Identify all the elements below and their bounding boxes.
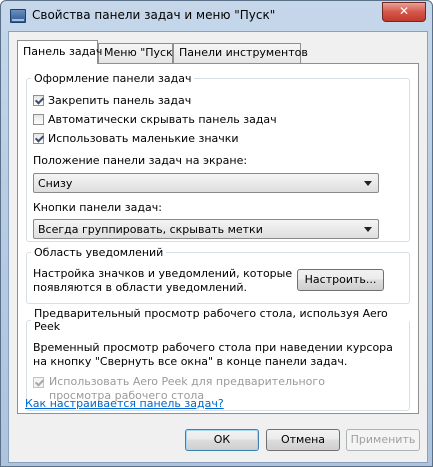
taskbar-properties-icon bbox=[10, 9, 26, 23]
dialog-client-area: Панель задач Меню "Пуск" Панели инструме… bbox=[8, 31, 428, 463]
notification-area-group: Область уведомлений Настройка значков и … bbox=[26, 246, 410, 304]
tab-label: Панели инструментов bbox=[179, 46, 308, 59]
appearance-legend: Оформление панели задач bbox=[34, 72, 192, 85]
tab-label: Панель задач bbox=[23, 45, 103, 58]
lock-taskbar-label: Закрепить панель задач bbox=[48, 94, 192, 107]
taskbar-buttons-select[interactable]: Всегда группировать, скрывать метки bbox=[33, 219, 379, 239]
close-button[interactable]: ✕ bbox=[382, 2, 426, 22]
ok-button[interactable]: ОК bbox=[185, 429, 259, 451]
apply-button[interactable]: Применить bbox=[346, 429, 420, 451]
notification-legend: Область уведомлений bbox=[34, 246, 164, 259]
checkbox-box[interactable] bbox=[33, 114, 44, 125]
position-label: Положение панели задач на экране: bbox=[33, 154, 248, 167]
tab-toolbars[interactable]: Панели инструментов bbox=[173, 43, 308, 63]
checkbox-box[interactable] bbox=[33, 95, 44, 106]
help-link[interactable]: Как настраивается панель задач? bbox=[25, 397, 224, 410]
title-bar[interactable]: Свойства панели задач и меню "Пуск" ✕ bbox=[1, 1, 432, 31]
window-title: Свойства панели задач и меню "Пуск" bbox=[32, 8, 276, 22]
small-icons-checkbox[interactable]: Использовать маленькие значки bbox=[33, 132, 239, 148]
auto-hide-label: Автоматически скрывать панель задач bbox=[48, 113, 277, 126]
buttons-label: Кнопки панели задач: bbox=[33, 201, 162, 214]
taskbar-buttons-value: Всегда группировать, скрывать метки bbox=[38, 223, 263, 236]
dialog-window: Свойства панели задач и меню "Пуск" ✕ Па… bbox=[0, 0, 433, 467]
lock-taskbar-checkbox[interactable]: Закрепить панель задач bbox=[33, 94, 191, 110]
tab-taskbar[interactable]: Панель задач bbox=[17, 40, 102, 64]
small-icons-label: Использовать маленькие значки bbox=[48, 132, 239, 145]
checkbox-box[interactable] bbox=[33, 133, 44, 144]
cancel-button[interactable]: Отмена bbox=[266, 429, 340, 451]
close-icon: ✕ bbox=[398, 4, 410, 18]
notification-description: Настройка значков и уведомлений, которые… bbox=[33, 267, 293, 294]
chevron-down-icon bbox=[364, 181, 372, 186]
appearance-group: Оформление панели задач Закрепить панель… bbox=[26, 72, 410, 242]
aero-peek-description: Временный просмотр рабочего стола при на… bbox=[33, 341, 393, 368]
aero-peek-legend: Предварительный просмотр рабочего стола,… bbox=[34, 307, 388, 333]
tab-start-menu[interactable]: Меню "Пуск" bbox=[98, 43, 178, 63]
aero-peek-group: Предварительный просмотр рабочего стола,… bbox=[26, 307, 410, 411]
taskbar-tab-panel: Оформление панели задач Закрепить панель… bbox=[17, 63, 419, 414]
auto-hide-checkbox[interactable]: Автоматически скрывать панель задач bbox=[33, 113, 277, 129]
chevron-down-icon bbox=[364, 227, 372, 232]
customize-button[interactable]: Настроить... bbox=[297, 269, 384, 291]
checkbox-box[interactable] bbox=[33, 377, 44, 388]
tab-label: Меню "Пуск" bbox=[104, 46, 178, 59]
position-value: Снизу bbox=[38, 177, 73, 190]
position-select[interactable]: Снизу bbox=[33, 173, 379, 193]
